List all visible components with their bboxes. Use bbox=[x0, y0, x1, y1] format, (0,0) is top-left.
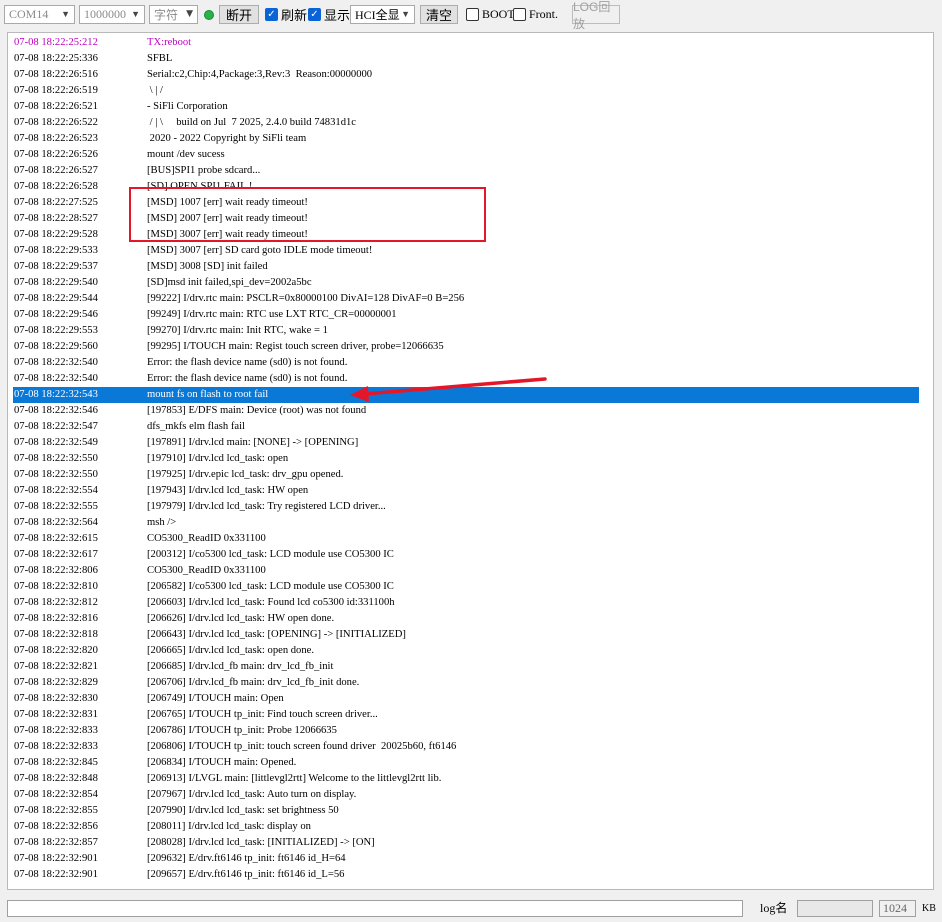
log-size-value: 1024 bbox=[883, 901, 907, 915]
encoding-value: 字符 bbox=[154, 8, 179, 22]
log-view[interactable]: 07-08 18:22:25:212 TX:reboot 07-08 18:22:2… bbox=[7, 32, 934, 890]
disconnect-label: 断开 bbox=[225, 8, 252, 23]
display-checkbox[interactable]: ✓ 显示 bbox=[308, 5, 350, 24]
log-replay-label: LOG回放 bbox=[573, 0, 611, 31]
connection-status-icon bbox=[204, 10, 214, 20]
refresh-checkbox[interactable]: ✓ 刷新 bbox=[265, 5, 307, 24]
log-name-field[interactable] bbox=[797, 900, 873, 917]
baud-select[interactable]: 1000000 ▼ bbox=[79, 5, 145, 24]
boot-checkbox[interactable]: BOOT bbox=[466, 5, 515, 24]
toolbar: COM14 ▼ 1000000 ▼ 字符 ▼ 断开 ✓ 刷新 ✓ 显示 HCI全… bbox=[0, 0, 942, 31]
display-mode-value: HCI全显 bbox=[355, 8, 400, 22]
chevron-down-icon: ▼ bbox=[131, 9, 140, 19]
port-select[interactable]: COM14 ▼ bbox=[4, 5, 75, 24]
log-name-label: log名 bbox=[760, 901, 788, 915]
checkmark-icon: ✓ bbox=[265, 8, 278, 21]
clear-label: 清空 bbox=[425, 8, 452, 23]
chevron-down-icon: ▼ bbox=[401, 9, 410, 19]
boot-label: BOOT bbox=[482, 7, 515, 21]
disconnect-button[interactable]: 断开 bbox=[219, 5, 259, 24]
display-mode-select[interactable]: HCI全显 ▼ bbox=[350, 5, 415, 24]
clear-button[interactable]: 清空 bbox=[420, 5, 458, 24]
chevron-down-icon: ▼ bbox=[61, 9, 70, 19]
checkbox-box bbox=[466, 8, 479, 21]
send-input[interactable] bbox=[7, 900, 743, 917]
checkbox-box bbox=[513, 8, 526, 21]
checkmark-icon: ✓ bbox=[308, 8, 321, 21]
front-checkbox[interactable]: Front. bbox=[513, 5, 558, 24]
front-label: Front. bbox=[529, 7, 559, 21]
baud-value: 1000000 bbox=[84, 7, 126, 21]
log-size-unit: KB bbox=[922, 903, 936, 914]
display-label: 显示 bbox=[324, 8, 351, 23]
chevron-down-icon: ▼ bbox=[186, 9, 193, 19]
port-value: COM14 bbox=[9, 7, 49, 21]
encoding-select[interactable]: 字符 ▼ bbox=[149, 5, 198, 24]
status-bar: log名 1024 KB bbox=[0, 896, 942, 922]
log-replay-button[interactable]: LOG回放 bbox=[572, 0, 620, 31]
refresh-label: 刷新 bbox=[281, 8, 308, 23]
red-arrow-icon bbox=[350, 377, 547, 402]
log-size-field[interactable]: 1024 bbox=[879, 900, 916, 917]
